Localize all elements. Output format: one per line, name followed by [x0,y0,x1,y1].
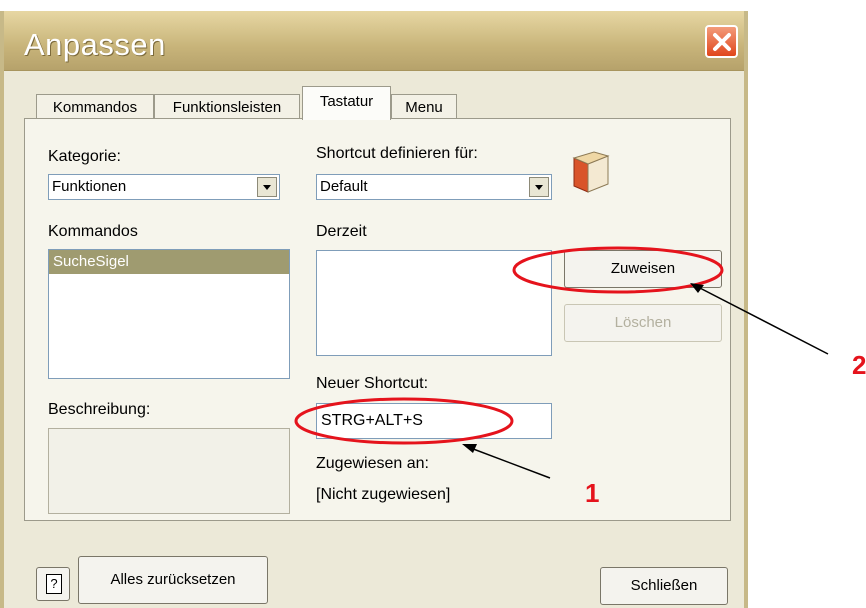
category-label: Kategorie: [48,148,121,165]
help-icon: ? [46,574,62,594]
shortcut-for-select[interactable]: Default [316,174,552,200]
dialog-title: Anpassen [24,27,166,62]
list-item-suchesigel[interactable]: SucheSigel [49,250,289,274]
category-select[interactable]: Funktionen [48,174,280,200]
close-button[interactable] [705,25,738,58]
description-box [48,428,290,514]
close-icon [713,33,731,51]
chevron-down-icon[interactable] [257,177,277,197]
assign-button[interactable]: Zuweisen [564,250,722,288]
tab-funktionsleisten[interactable]: Funktionsleisten [154,94,300,120]
help-button[interactable]: ? [36,567,70,601]
commands-list[interactable]: SucheSigel [48,249,290,379]
title-bar[interactable]: Anpassen [4,11,744,71]
commands-label: Kommandos [48,223,138,240]
reset-all-button[interactable]: Alles zurücksetzen [78,556,268,604]
new-shortcut-input[interactable]: STRG+ALT+S [316,403,552,439]
assigned-to-label: Zugewiesen an: [316,455,429,472]
chevron-down-icon[interactable] [529,177,549,197]
description-label: Beschreibung: [48,401,151,418]
shortcut-for-label: Shortcut definieren für: [316,145,478,162]
tab-kommandos[interactable]: Kommandos [36,94,154,120]
tab-tastatur[interactable]: Tastatur [302,86,391,120]
close-dialog-button[interactable]: Schließen [600,567,728,605]
shortcut-for-value: Default [320,178,368,195]
book-icon [572,151,610,193]
category-value: Funktionen [52,178,127,195]
annotation-marker-1: 1 [585,478,600,508]
annotation-marker-2: 2 [852,350,866,380]
current-shortcuts-list[interactable] [316,250,552,356]
current-label: Derzeit [316,223,367,240]
delete-button[interactable]: Löschen [564,304,722,342]
tab-menu[interactable]: Menu [391,94,457,120]
new-shortcut-label: Neuer Shortcut: [316,375,429,392]
assigned-to-value: [Nicht zugewiesen] [316,486,451,503]
